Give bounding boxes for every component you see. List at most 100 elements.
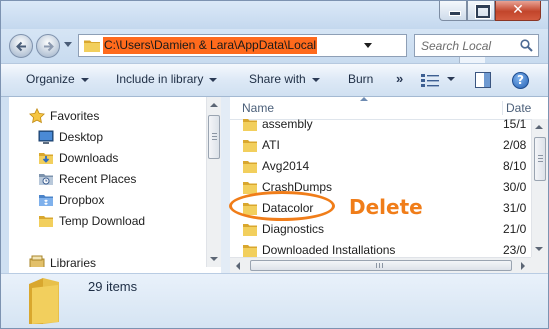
file-row[interactable]: Avg2014 8/10	[230, 156, 548, 177]
explorer-window: ✕ C:\Users\Damien & Lara\AppData\Local S…	[0, 0, 549, 329]
forward-button[interactable]	[36, 34, 60, 58]
file-row[interactable]: Downloaded Installations 23/0	[230, 240, 548, 257]
chevron-down-icon	[209, 77, 218, 82]
search-box[interactable]: Search Local	[414, 34, 539, 57]
share-with-button[interactable]: Share with	[249, 72, 320, 86]
file-date: 23/0	[503, 243, 527, 257]
file-name: ATI	[262, 138, 280, 152]
burn-button[interactable]: Burn	[348, 72, 373, 86]
file-name: Diagnostics	[262, 222, 325, 236]
star-icon	[29, 108, 45, 124]
chevron-down-icon	[311, 77, 320, 82]
help-button[interactable]: ?	[512, 72, 529, 89]
file-date: 30/0	[503, 180, 527, 194]
include-in-library-label: Include in library	[116, 72, 204, 86]
file-list: Name Date assembly 15/1 ATI 2/08 Avg2014…	[230, 97, 548, 257]
nav-item-label: Downloads	[59, 151, 119, 165]
nav-item-label: Dropbox	[59, 193, 105, 207]
sort-ascending-icon	[360, 97, 368, 101]
pane-splitter[interactable]	[221, 97, 230, 273]
maximize-icon	[476, 5, 490, 18]
scrollbar-thumb[interactable]	[534, 137, 546, 181]
file-date: 8/10	[503, 159, 527, 173]
folder-icon	[243, 140, 257, 152]
preview-pane-button[interactable]	[475, 72, 491, 88]
file-date: 2/08	[503, 138, 527, 152]
title-bar: ✕	[1, 1, 548, 29]
chevron-down-icon[interactable]	[364, 43, 372, 48]
scroll-left-icon[interactable]	[236, 262, 240, 270]
navigation-pane-scrollbar[interactable]	[206, 97, 221, 267]
more-commands-button[interactable]: »	[396, 71, 403, 86]
back-arrow-icon	[16, 41, 26, 52]
scroll-down-icon[interactable]	[535, 247, 543, 251]
file-date: 15/1	[503, 117, 527, 131]
include-in-library-button[interactable]: Include in library	[116, 72, 218, 86]
scroll-right-icon[interactable]	[521, 262, 525, 270]
file-date: 31/0	[503, 201, 527, 215]
item-count: 29 items	[88, 279, 138, 294]
folder-icon	[243, 119, 257, 131]
file-row[interactable]: assembly 15/1	[230, 114, 548, 135]
file-list-scrollbar[interactable]	[531, 119, 548, 257]
file-row[interactable]: Diagnostics 21/0	[230, 219, 548, 240]
share-with-label: Share with	[249, 72, 306, 86]
maximize-button[interactable]	[467, 1, 495, 21]
desktop-icon	[38, 130, 54, 144]
recent-places-icon	[39, 174, 53, 185]
navigation-pane: Favorites Desktop Downloads Recent Place…	[9, 97, 207, 267]
minimize-icon	[449, 11, 461, 16]
folder-icon	[29, 278, 59, 324]
scrollbar-thumb[interactable]	[208, 115, 220, 159]
folder-icon	[243, 224, 257, 236]
file-list-horizontal-scrollbar[interactable]	[230, 257, 531, 273]
organize-label: Organize	[26, 72, 75, 86]
navigation-row: C:\Users\Damien & Lara\AppData\Local Sea…	[1, 29, 548, 63]
libraries-icon	[29, 255, 45, 267]
burn-label: Burn	[348, 72, 374, 86]
recent-pages-icon[interactable]	[64, 42, 72, 47]
view-options-chevron-icon[interactable]	[447, 77, 455, 81]
forward-arrow-icon	[44, 41, 54, 52]
downloads-folder-icon	[39, 153, 53, 164]
close-icon: ✕	[512, 2, 524, 18]
file-row[interactable]: ATI 2/08	[230, 135, 548, 156]
preview-pane-icon	[484, 73, 490, 87]
folder-icon	[243, 161, 257, 173]
scroll-up-icon[interactable]	[210, 103, 218, 107]
favorites-label: Favorites	[50, 109, 100, 123]
close-button[interactable]: ✕	[495, 1, 541, 21]
file-name: Avg2014	[262, 159, 310, 173]
details-pane: 29 items	[1, 273, 548, 328]
folder-icon	[84, 40, 100, 52]
nav-item-label: Desktop	[59, 130, 104, 144]
minimize-button[interactable]	[439, 1, 467, 21]
chevron-down-icon	[80, 77, 89, 82]
back-button[interactable]	[9, 34, 33, 58]
file-name: Downloaded Installations	[262, 243, 396, 257]
annotation-circle	[229, 191, 335, 221]
file-name: assembly	[262, 117, 313, 131]
search-placeholder[interactable]: Search Local	[421, 39, 491, 53]
dropbox-icon	[39, 195, 53, 206]
nav-item-label: Temp Download	[59, 214, 146, 228]
annotation-label: Delete	[349, 195, 423, 219]
scroll-down-icon[interactable]	[210, 257, 218, 261]
nav-item-label: Recent Places	[59, 172, 137, 186]
folder-icon	[243, 245, 257, 257]
file-date: 21/0	[503, 222, 527, 236]
command-bar: Organize Include in library Share with B…	[1, 63, 548, 97]
column-header-date[interactable]: Date	[502, 101, 531, 115]
help-icon: ?	[517, 73, 524, 87]
scrollbar-corner	[531, 257, 548, 273]
column-header-name[interactable]: Name	[242, 101, 274, 115]
organize-button[interactable]: Organize	[26, 72, 89, 86]
folder-icon	[39, 216, 53, 227]
change-view-icon[interactable]	[421, 73, 439, 87]
libraries-label: Libraries	[50, 256, 97, 267]
scroll-up-icon[interactable]	[535, 125, 543, 129]
address-bar[interactable]: C:\Users\Damien & Lara\AppData\Local	[78, 34, 485, 63]
address-path[interactable]: C:\Users\Damien & Lara\AppData\Local	[103, 37, 318, 54]
scrollbar-thumb[interactable]	[250, 260, 512, 271]
search-icon	[520, 39, 533, 52]
